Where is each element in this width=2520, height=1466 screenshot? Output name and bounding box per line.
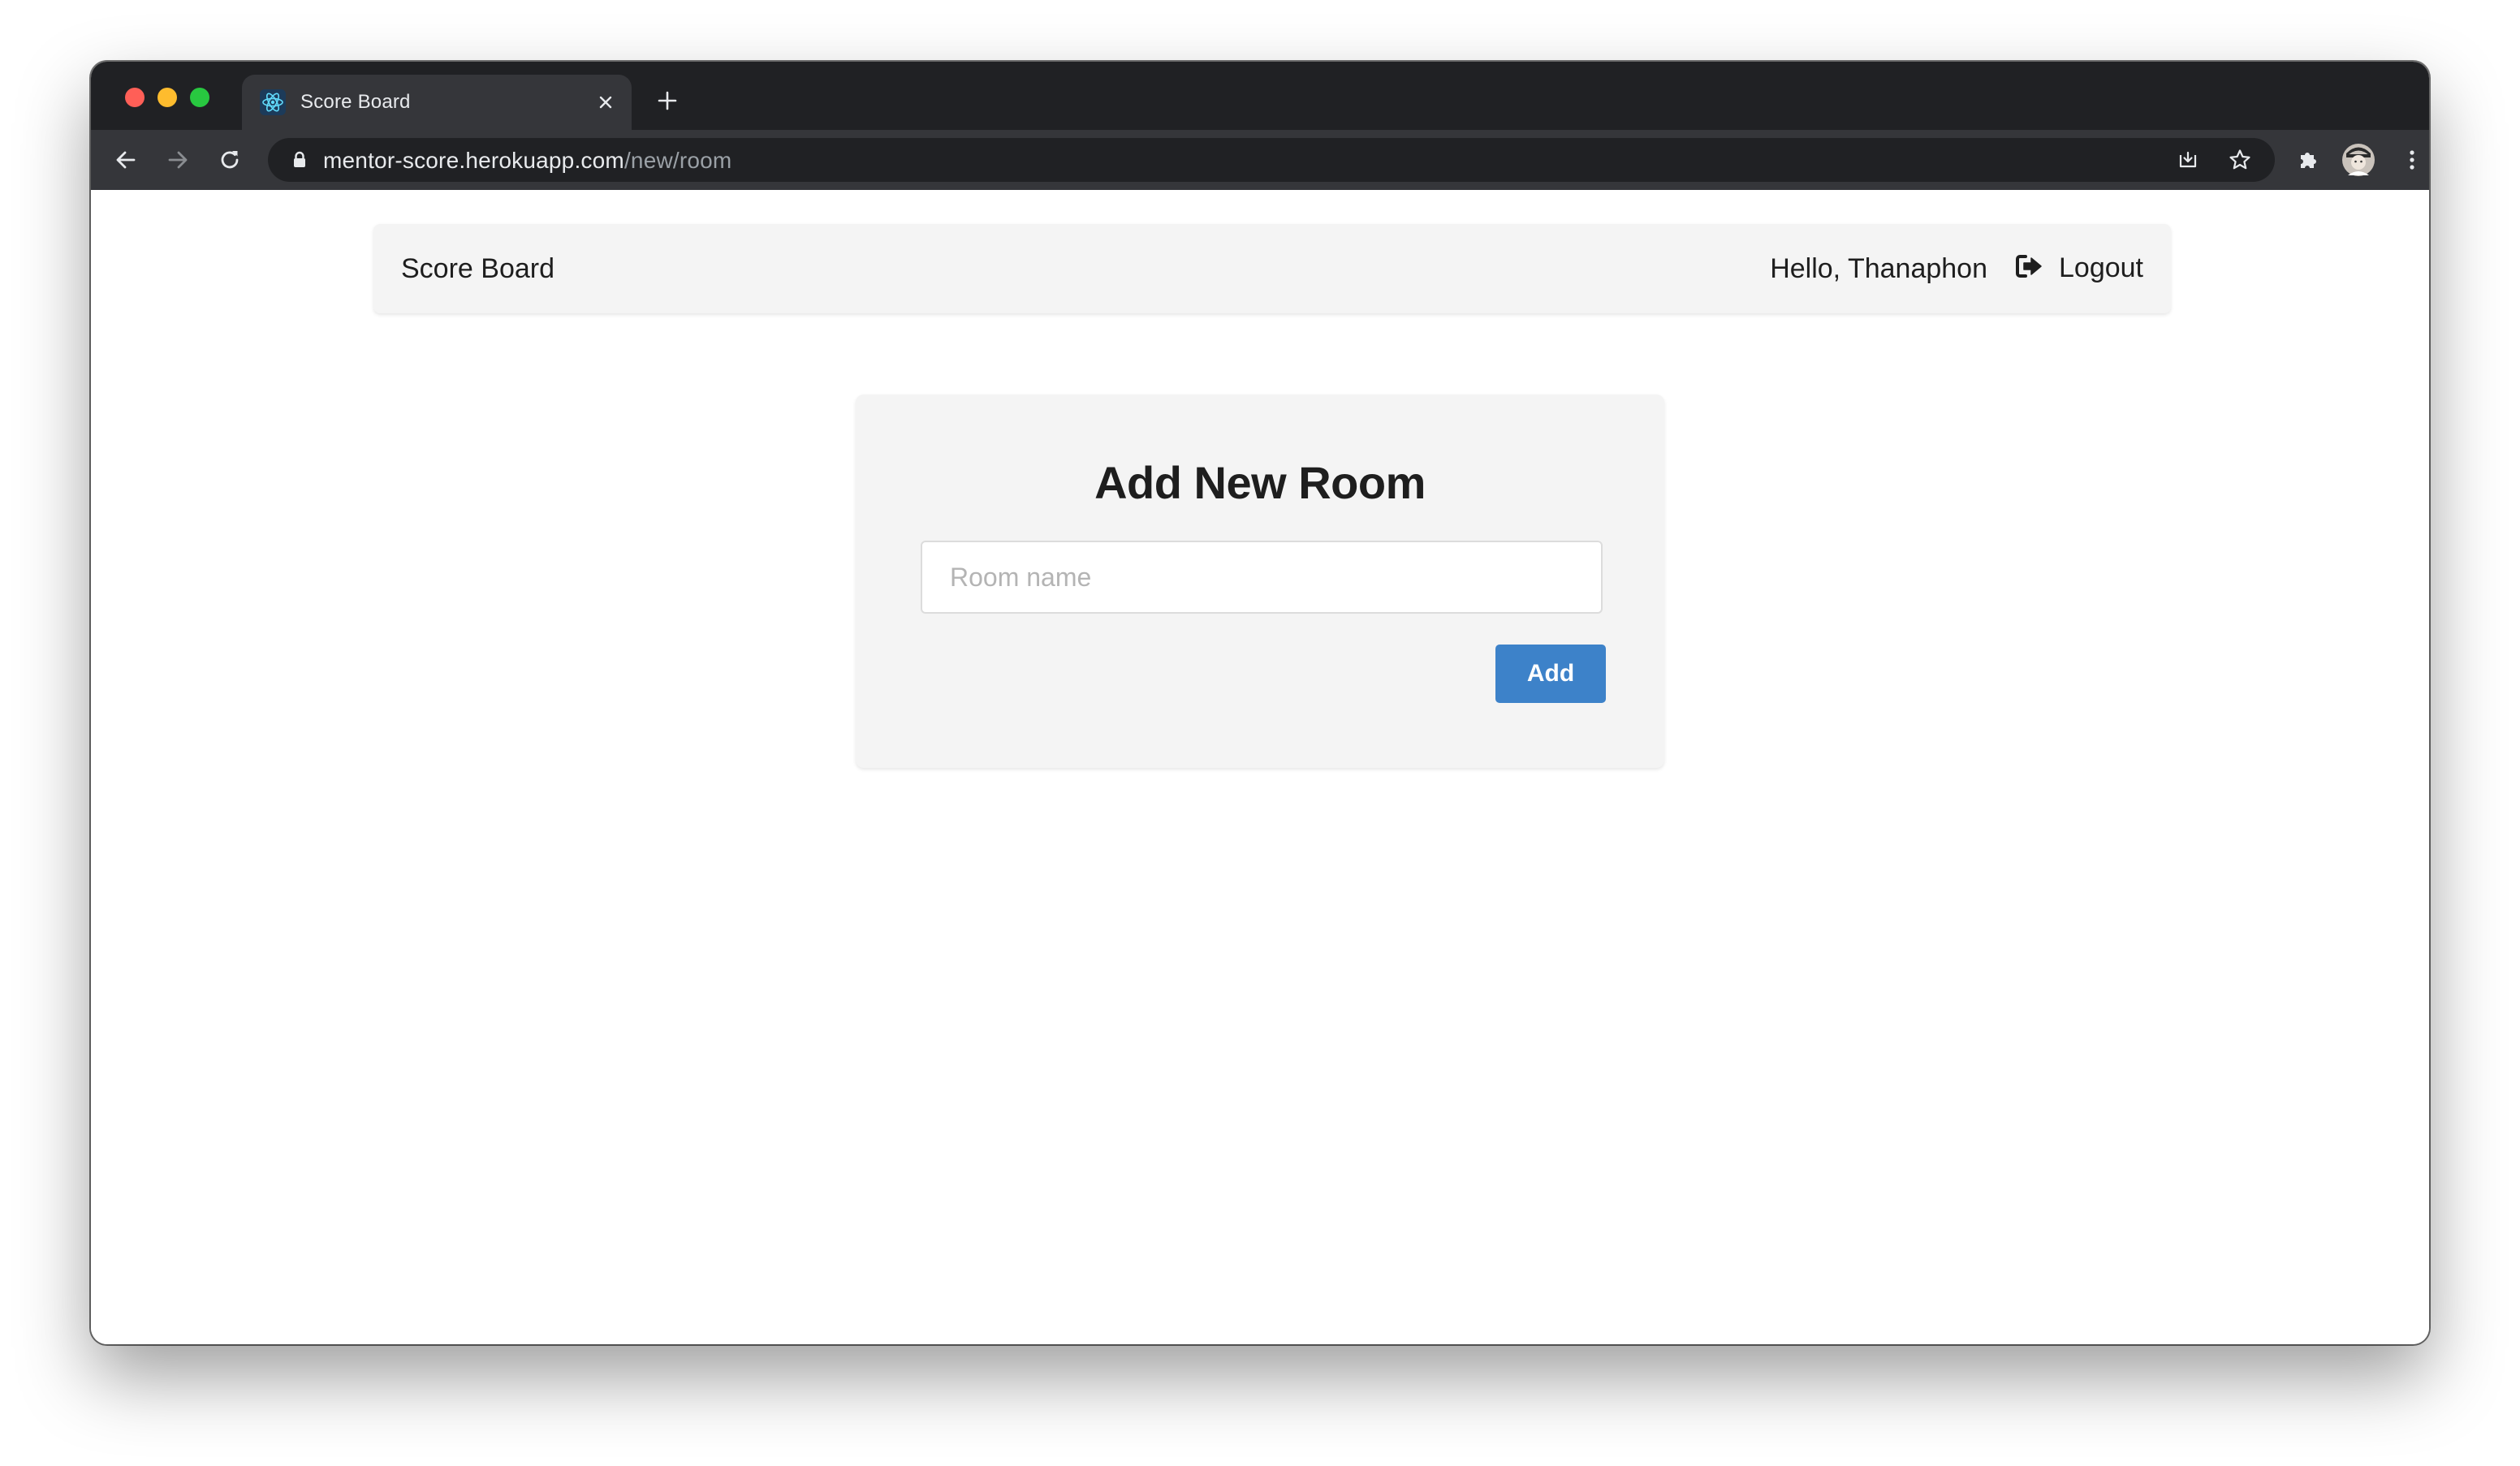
minimize-window-button[interactable] [158, 88, 177, 107]
browser-toolbar: mentor-score.herokuapp.com/new/room [91, 130, 2429, 190]
add-room-button[interactable]: Add [1495, 645, 1606, 703]
tab-title: Score Board [300, 91, 411, 113]
menu-icon[interactable] [2395, 143, 2429, 177]
maximize-window-button[interactable] [190, 88, 209, 107]
react-icon [260, 89, 286, 115]
logout-label: Logout [2059, 252, 2143, 283]
url-host: mentor-score.herokuapp.com [323, 148, 624, 173]
extensions-icon[interactable] [2291, 143, 2325, 177]
user-greeting: Hello, Thanaphon [1770, 253, 1987, 284]
install-icon[interactable] [2174, 146, 2202, 174]
forward-icon[interactable] [161, 143, 195, 177]
close-window-button[interactable] [125, 88, 145, 107]
sign-out-icon [2015, 253, 2044, 283]
url-path: /new/room [624, 148, 732, 173]
page-content: Score Board Hello, Thanaphon Logout Add … [91, 190, 2429, 1344]
reload-icon[interactable] [213, 143, 247, 177]
add-room-card: Add New Room Add [856, 395, 1664, 768]
lock-icon[interactable] [289, 149, 310, 170]
star-icon[interactable] [2226, 146, 2254, 174]
tab-strip: Score Board [91, 62, 2429, 130]
avatar[interactable] [2341, 143, 2375, 177]
page-title: Add New Room [1094, 457, 1426, 508]
new-tab-icon[interactable] [653, 86, 682, 115]
tab-score-board[interactable]: Score Board [242, 75, 632, 130]
brand-link[interactable]: Score Board [401, 253, 554, 285]
logout-button[interactable]: Logout [2015, 248, 2143, 287]
top-navbar: Score Board Hello, Thanaphon Logout [373, 224, 2171, 313]
browser-window: Score Board mentor-score.herokuapp.com/n… [91, 62, 2429, 1344]
close-tab-icon[interactable] [594, 91, 617, 114]
back-icon[interactable] [109, 143, 143, 177]
address-bar[interactable]: mentor-score.herokuapp.com/new/room [268, 138, 2275, 182]
room-name-input[interactable] [921, 541, 1603, 614]
url-text[interactable]: mentor-score.herokuapp.com/new/room [323, 148, 731, 174]
